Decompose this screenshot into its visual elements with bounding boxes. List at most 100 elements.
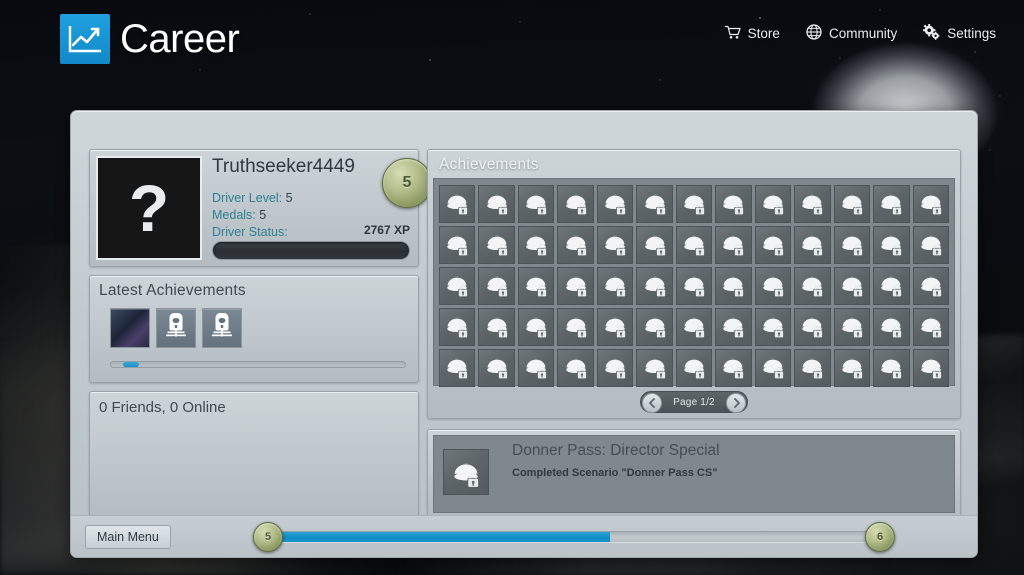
achievement-cell[interactable] xyxy=(596,267,634,305)
level-medal-value: 5 xyxy=(402,174,412,191)
achievement-cell[interactable] xyxy=(478,349,515,387)
nav-item-store[interactable]: Store xyxy=(724,25,780,43)
achievement-cell[interactable] xyxy=(675,226,713,264)
achievement-cell[interactable] xyxy=(596,226,634,264)
locked-achievement-icon xyxy=(561,228,591,263)
achievement-cell[interactable] xyxy=(833,349,871,387)
achievement-cell[interactable] xyxy=(439,349,476,387)
achievement-cell[interactable] xyxy=(833,308,871,346)
achievement-cell[interactable] xyxy=(636,267,673,305)
achievement-cell[interactable] xyxy=(636,349,673,387)
achievements-grid xyxy=(439,185,949,387)
achievement-cell[interactable] xyxy=(675,185,713,223)
achievement-cell[interactable] xyxy=(557,349,594,387)
locked-achievement-icon xyxy=(561,187,591,222)
profile-panel: ? Truthseeker4449 Driver Level: 5 Medals… xyxy=(89,149,432,267)
locked-achievement-icon xyxy=(916,269,946,304)
achievement-cell[interactable] xyxy=(439,267,476,305)
achievement-cell[interactable] xyxy=(754,349,792,387)
locked-achievement-icon xyxy=(640,228,670,263)
achievement-cell[interactable] xyxy=(754,226,792,264)
achievement-cell[interactable] xyxy=(715,308,752,346)
nav-item-settings[interactable]: Settings xyxy=(923,24,996,43)
page-title: Career xyxy=(120,17,240,61)
achievement-cell[interactable] xyxy=(873,267,910,305)
achievement-cell[interactable] xyxy=(715,226,752,264)
achievement-cell[interactable] xyxy=(439,308,476,346)
achievement-cell[interactable] xyxy=(794,226,831,264)
achievement-cell[interactable] xyxy=(517,308,555,346)
train-front-achievement-thumbnail[interactable] xyxy=(156,308,196,348)
achievement-cell[interactable] xyxy=(715,267,752,305)
achievement-cell[interactable] xyxy=(439,226,476,264)
achievement-cell[interactable] xyxy=(517,226,555,264)
achievement-cell[interactable] xyxy=(794,349,831,387)
achievement-cell[interactable] xyxy=(833,267,871,305)
achievement-cell[interactable] xyxy=(478,226,515,264)
chevron-right-icon[interactable] xyxy=(726,393,746,413)
locomotive-artwork-thumbnail[interactable] xyxy=(110,308,150,348)
achievement-cell[interactable] xyxy=(912,308,949,346)
train-front-achievement-thumbnail[interactable] xyxy=(202,308,242,348)
achievement-cell[interactable] xyxy=(596,308,634,346)
achievement-cell[interactable] xyxy=(557,267,594,305)
achievement-cell[interactable] xyxy=(912,226,949,264)
achievement-cell[interactable] xyxy=(794,267,831,305)
achievement-cell[interactable] xyxy=(833,226,871,264)
nav-item-store-label: Store xyxy=(747,26,780,41)
achievement-cell[interactable] xyxy=(636,308,673,346)
achievement-cell[interactable] xyxy=(912,349,949,387)
achievement-cell[interactable] xyxy=(675,349,713,387)
achievement-cell[interactable] xyxy=(873,308,910,346)
achievement-cell[interactable] xyxy=(675,308,713,346)
achievement-cell[interactable] xyxy=(439,185,476,223)
achievement-cell[interactable] xyxy=(557,185,594,223)
career-window: ? Truthseeker4449 Driver Level: 5 Medals… xyxy=(70,110,978,558)
locked-achievement-icon xyxy=(561,310,591,345)
chevron-left-icon[interactable] xyxy=(642,393,662,413)
latest-achievements-scrollbar[interactable] xyxy=(110,361,406,368)
achievement-cell[interactable] xyxy=(912,267,949,305)
achievement-cell[interactable] xyxy=(873,226,910,264)
achievement-cell[interactable] xyxy=(754,267,792,305)
gears-icon xyxy=(923,24,940,43)
achievement-cell[interactable] xyxy=(478,267,515,305)
locked-achievement-icon xyxy=(718,187,748,222)
achievement-cell[interactable] xyxy=(833,185,871,223)
achievements-title: Achievements xyxy=(439,156,539,173)
achievement-cell[interactable] xyxy=(794,308,831,346)
scrollbar-thumb[interactable] xyxy=(122,362,139,367)
achievement-cell[interactable] xyxy=(478,185,515,223)
achievement-cell[interactable] xyxy=(912,185,949,223)
achievement-cell[interactable] xyxy=(517,185,555,223)
achievement-cell[interactable] xyxy=(636,185,673,223)
nav-item-community[interactable]: Community xyxy=(806,24,897,43)
achievement-cell[interactable] xyxy=(557,226,594,264)
achievement-cell[interactable] xyxy=(636,226,673,264)
achievement-cell[interactable] xyxy=(754,308,792,346)
locked-achievement-icon xyxy=(797,187,827,222)
achievement-cell[interactable] xyxy=(478,308,515,346)
achievement-cell[interactable] xyxy=(517,267,555,305)
achievement-cell[interactable] xyxy=(873,349,910,387)
medals-stat: Medals: 5 xyxy=(212,208,266,222)
locked-achievement-icon xyxy=(521,351,551,386)
achievement-cell[interactable] xyxy=(596,349,634,387)
current-level-badge: 5 xyxy=(253,522,283,552)
achievement-cell[interactable] xyxy=(715,185,752,223)
achievement-cell[interactable] xyxy=(715,349,752,387)
achievement-cell[interactable] xyxy=(754,185,792,223)
app-brand: Career xyxy=(60,14,240,64)
achievements-pager: Page 1/2 xyxy=(640,391,748,413)
achievement-cell[interactable] xyxy=(596,185,634,223)
driver-level-stat: Driver Level: 5 xyxy=(212,191,293,205)
achievement-cell[interactable] xyxy=(873,185,910,223)
achievement-cell[interactable] xyxy=(517,349,555,387)
main-menu-button[interactable]: Main Menu xyxy=(85,525,171,549)
achievement-cell[interactable] xyxy=(557,308,594,346)
achievement-cell[interactable] xyxy=(675,267,713,305)
achievement-cell[interactable] xyxy=(794,185,831,223)
driver-level-label: Driver Level: xyxy=(212,191,283,205)
unknown-avatar-icon[interactable]: ? xyxy=(96,156,202,260)
top-bar: Career Store Community Settings xyxy=(0,0,1024,88)
